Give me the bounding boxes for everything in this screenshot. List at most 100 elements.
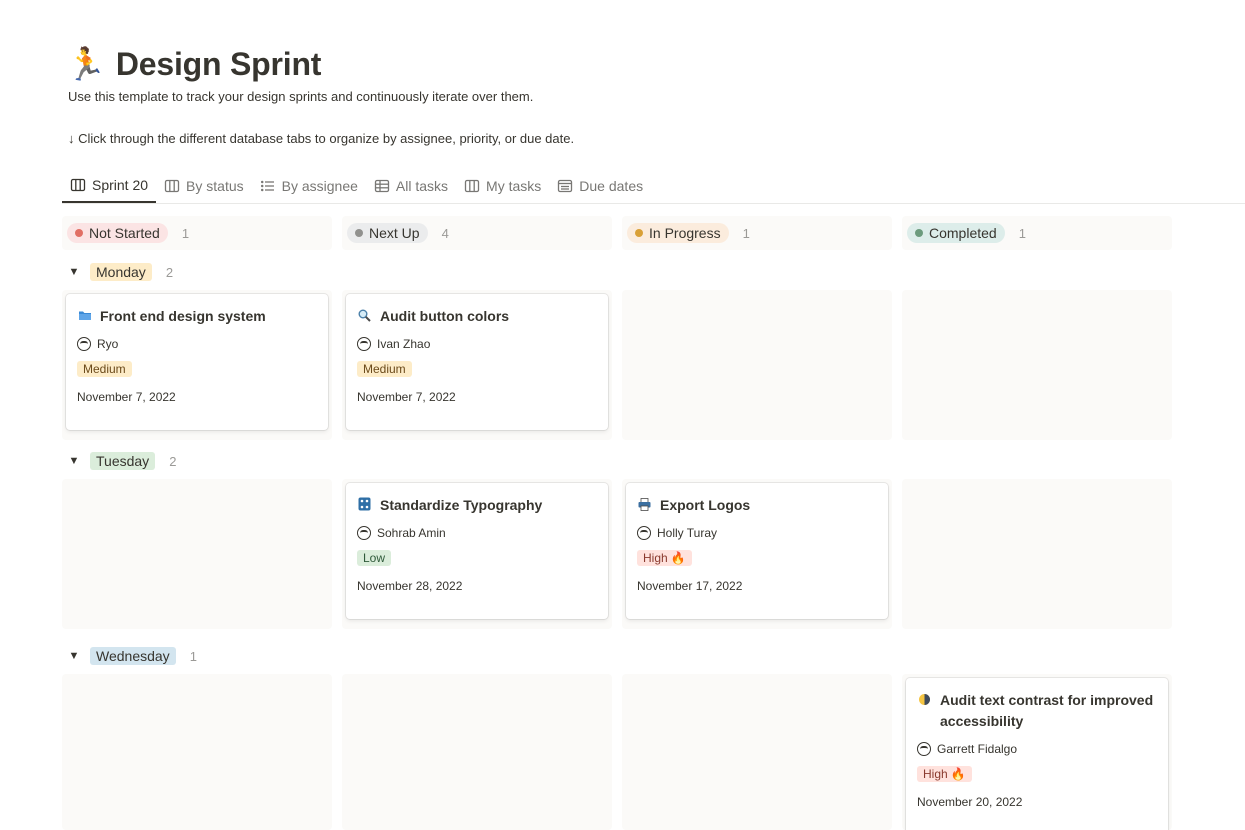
group-label: Monday [90,263,152,281]
fire-icon: 🔥 [950,767,966,781]
task-card[interactable]: Audit text contrast for improved accessi… [906,678,1168,830]
avatar [357,526,371,540]
tab-sprint-20[interactable]: Sprint 20 [62,168,157,203]
folder-icon [77,306,92,324]
toggle-triangle-icon[interactable]: ▼ [68,266,80,278]
status-pill: Next Up [347,223,428,243]
task-card[interactable]: Export Logos Holly Turay High 🔥 November… [626,483,888,619]
magnifier-icon [357,306,372,324]
task-card[interactable]: Standardize Typography Sohrab Amin Low N… [346,483,608,619]
group-header-wednesday: ▼ Wednesday 1 [68,645,197,667]
lane-wednesday-not-started[interactable] [62,674,332,830]
priority-badge: Medium [77,361,132,377]
group-header-tuesday: ▼ Tuesday 2 [68,450,176,472]
lane-monday-in-progress[interactable] [622,290,892,440]
group-count: 1 [189,648,197,664]
tab-label: My tasks [486,177,542,194]
page-title[interactable]: Design Sprint [116,46,322,83]
runner-emoji-icon: 🏃 [66,45,106,83]
tab-all-tasks[interactable]: All tasks [366,168,456,203]
priority-label: High [923,767,948,781]
status-dot-icon [915,229,923,237]
priority-label: Low [363,551,386,565]
board-icon [464,179,480,192]
task-title: Standardize Typography [380,497,543,513]
tab-by-assignee[interactable]: By assignee [252,168,366,203]
group-label: Wednesday [90,647,176,665]
task-title: Audit button colors [380,308,510,324]
due-date: November 20, 2022 [917,795,1023,809]
assignee: Sohrab Amin [357,526,597,540]
tab-label: By assignee [281,177,358,194]
priority-label: High [643,551,668,565]
priority-badge: Medium [357,361,412,377]
tab-label: All tasks [395,177,449,194]
task-title: Export Logos [660,497,751,513]
toggle-triangle-icon[interactable]: ▼ [68,455,80,467]
task-title: Audit text contrast for improved accessi… [940,692,1154,729]
status-pill: Not Started [67,223,168,243]
column-header-not-started[interactable]: Not Started 1 [62,216,332,250]
priority-badge: High 🔥 [637,550,692,566]
page-title-row: 🏃 Design Sprint [66,44,321,84]
assignee-name: Sohrab Amin [377,526,446,540]
assignee-name: Holly Turay [657,526,718,540]
column-header-completed[interactable]: Completed 1 [902,216,1172,250]
database-view-tabs: Sprint 20 By status By assignee All task… [62,168,1245,204]
status-label: Completed [929,225,997,241]
group-count: 2 [169,453,177,469]
fire-icon: 🔥 [670,551,686,565]
column-count: 1 [1018,225,1026,241]
lane-tuesday-completed[interactable] [902,479,1172,629]
lane-monday-completed[interactable] [902,290,1172,440]
status-dot-icon [75,229,83,237]
lane-tuesday-not-started[interactable] [62,479,332,629]
tab-by-status[interactable]: By status [156,168,252,203]
assignee: Holly Turay [637,526,877,540]
half-circle-icon [917,690,932,708]
page-description: Use this template to track your design s… [68,89,534,104]
column-count: 4 [441,225,449,241]
task-card[interactable]: Front end design system Ryo Medium Novem… [66,294,328,430]
status-label: Not Started [89,225,160,241]
status-dot-icon [355,229,363,237]
lane-wednesday-next-up[interactable] [342,674,612,830]
status-pill: Completed [907,223,1005,243]
due-date: November 7, 2022 [357,390,456,404]
avatar [357,337,371,351]
task-card[interactable]: Audit button colors Ivan Zhao Medium Nov… [346,294,608,430]
assignee: Ryo [77,337,317,351]
status-dot-icon [635,229,643,237]
board-icon [164,179,180,192]
list-icon [260,180,274,191]
due-date: November 7, 2022 [77,390,176,404]
tab-my-tasks[interactable]: My tasks [456,168,549,203]
avatar [77,337,91,351]
column-count: 1 [742,225,750,241]
abacus-icon [357,495,372,513]
column-header-next-up[interactable]: Next Up 4 [342,216,612,250]
tab-label: Due dates [579,177,644,194]
status-label: In Progress [649,225,721,241]
assignee-name: Garrett Fidalgo [937,742,1018,756]
lane-wednesday-in-progress[interactable] [622,674,892,830]
status-label: Next Up [369,225,420,241]
assignee: Garrett Fidalgo [917,742,1157,756]
priority-label: Medium [363,362,406,376]
group-header-monday: ▼ Monday 2 [68,261,173,283]
board-column-headers: Not Started 1 Next Up 4 In Progress 1 Co… [62,216,1172,250]
priority-label: Medium [83,362,126,376]
avatar [637,526,651,540]
column-header-in-progress[interactable]: In Progress 1 [622,216,892,250]
group-count: 2 [165,264,174,280]
tab-label: Sprint 20 [92,176,149,193]
toggle-triangle-icon[interactable]: ▼ [68,650,80,662]
task-title: Front end design system [100,308,266,324]
priority-badge: High 🔥 [917,766,972,782]
table-icon [374,179,390,192]
priority-badge: Low [357,550,392,566]
board-icon [70,178,86,191]
tab-due-dates[interactable]: Due dates [549,168,651,203]
avatar [917,742,931,756]
calendar-icon [558,179,573,192]
